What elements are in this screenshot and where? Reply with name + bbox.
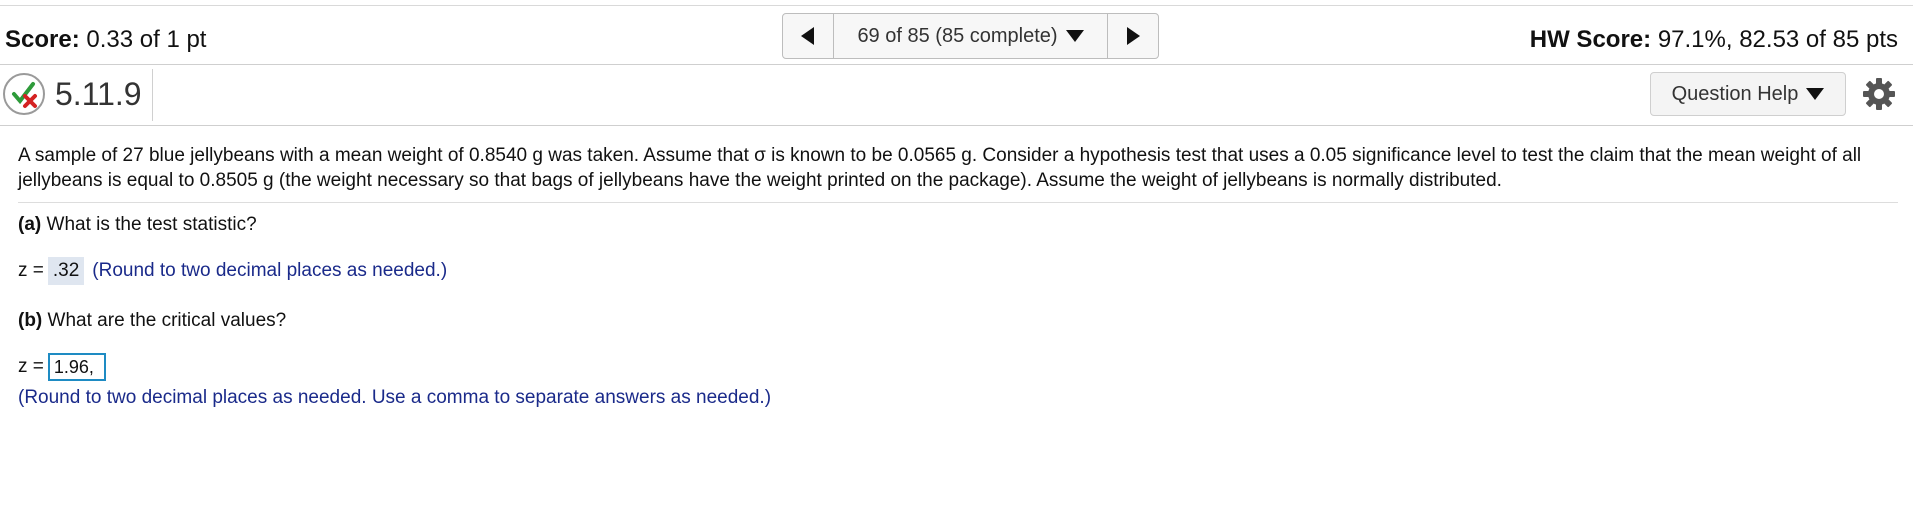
critical-values-input[interactable] xyxy=(47,353,106,381)
part-a-answer: .32 xyxy=(47,257,85,285)
divider xyxy=(0,125,1913,126)
part-a-label: (a) xyxy=(18,214,42,235)
score-bar: Score: 0.33 of 1 pt 69 of 85 (85 complet… xyxy=(0,6,1913,64)
question-stem: A sample of 27 blue jellybeans with a me… xyxy=(18,145,1862,191)
hw-score-value: 97.1%, 82.53 of 85 pts xyxy=(1657,26,1898,53)
question-help-label: Question Help xyxy=(1671,82,1799,105)
nav-position-text: 69 of 85 (85 complete) xyxy=(857,24,1058,47)
part-b-question: What are the critical values? xyxy=(47,310,287,331)
score-value: 0.33 of 1 pt xyxy=(86,26,207,53)
part-a-hint: (Round to two decimal places as needed.) xyxy=(92,260,448,281)
gear-icon[interactable] xyxy=(1862,77,1896,111)
caret-down-icon xyxy=(1806,88,1825,100)
next-question-button[interactable] xyxy=(1107,14,1158,58)
part-a-prompt: (a) What is the test statistic? xyxy=(18,214,257,236)
part-b-variable: z = xyxy=(18,356,44,377)
score-label: Score: xyxy=(5,26,80,53)
question-navigator: 69 of 85 (85 complete) xyxy=(782,13,1159,59)
part-a-variable: z = xyxy=(18,260,44,281)
part-b-label: (b) xyxy=(18,310,43,331)
homework-score: HW Score: 97.1%, 82.53 of 85 pts xyxy=(1530,26,1898,54)
divider xyxy=(18,202,1898,203)
question-help-button[interactable]: Question Help xyxy=(1650,72,1846,116)
question-header: 5.11.9 Question Help xyxy=(0,65,1913,125)
caret-down-icon xyxy=(1065,30,1084,42)
question-list-dropdown[interactable]: 69 of 85 (85 complete) xyxy=(834,14,1107,58)
question-number: 5.11.9 xyxy=(55,76,142,112)
hw-score-label: HW Score: xyxy=(1529,26,1652,53)
arrow-right-icon xyxy=(1127,27,1140,45)
previous-question-button[interactable] xyxy=(783,14,834,58)
status-partial-icon xyxy=(3,73,45,115)
part-a-question: What is the test statistic? xyxy=(46,214,257,235)
part-b-hint: (Round to two decimal places as needed. … xyxy=(18,387,772,408)
question-score: Score: 0.33 of 1 pt xyxy=(5,26,206,54)
part-b-answer-row: z = xyxy=(18,353,106,381)
part-a-answer-row: z = .32 (Round to two decimal places as … xyxy=(18,257,447,285)
part-b-prompt: (b) What are the critical values? xyxy=(18,310,286,332)
divider xyxy=(152,69,153,121)
arrow-left-icon xyxy=(801,27,814,45)
